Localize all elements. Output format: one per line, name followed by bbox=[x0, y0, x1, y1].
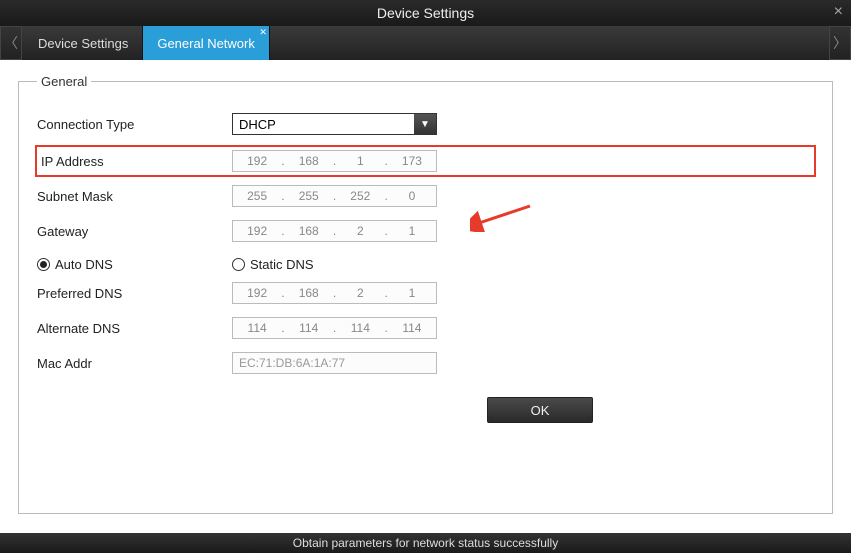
tab-bar: 〈 Device Settings General Network ✕ 〉 bbox=[0, 26, 851, 60]
ip-address-row: IP Address 192. 168. 1. 173 bbox=[37, 147, 814, 175]
ip-octet[interactable]: 168 bbox=[285, 286, 333, 300]
mac-address-input: EC:71:DB:6A:1A:77 bbox=[232, 352, 437, 374]
ip-octet[interactable]: 114 bbox=[285, 321, 333, 335]
general-fieldset: General Connection Type DHCP ▼ IP Addres… bbox=[18, 74, 833, 514]
tab-label: General Network bbox=[157, 36, 255, 51]
ip-octet[interactable]: 252 bbox=[336, 189, 384, 203]
ok-label: OK bbox=[531, 403, 550, 418]
tab-label: Device Settings bbox=[38, 36, 128, 51]
static-dns-label: Static DNS bbox=[250, 257, 314, 272]
ip-octet[interactable]: 255 bbox=[285, 189, 333, 203]
label-alternate-dns: Alternate DNS bbox=[37, 321, 232, 336]
tab-scroll-left-icon[interactable]: 〈 bbox=[0, 26, 22, 60]
auto-dns-label: Auto DNS bbox=[55, 257, 113, 272]
ip-address-input[interactable]: 192. 168. 1. 173 bbox=[232, 150, 437, 172]
label-preferred-dns: Preferred DNS bbox=[37, 286, 232, 301]
ip-octet[interactable]: 192 bbox=[233, 154, 281, 168]
label-connection-type: Connection Type bbox=[37, 117, 232, 132]
label-subnet-mask: Subnet Mask bbox=[37, 189, 232, 204]
radio-icon bbox=[232, 258, 245, 271]
ip-octet[interactable]: 1 bbox=[336, 154, 384, 168]
ip-octet[interactable]: 173 bbox=[388, 154, 436, 168]
ip-octet[interactable]: 0 bbox=[388, 189, 436, 203]
ip-octet[interactable]: 255 bbox=[233, 189, 281, 203]
ok-button[interactable]: OK bbox=[487, 397, 593, 423]
fieldset-legend: General bbox=[37, 74, 91, 89]
auto-dns-radio[interactable]: Auto DNS bbox=[37, 257, 232, 272]
close-icon[interactable]: × bbox=[834, 3, 843, 21]
ip-octet[interactable]: 114 bbox=[233, 321, 281, 335]
ip-octet[interactable]: 1 bbox=[388, 224, 436, 238]
tab-close-icon[interactable]: ✕ bbox=[259, 27, 267, 38]
ip-octet[interactable]: 114 bbox=[388, 321, 436, 335]
connection-type-select[interactable]: DHCP ▼ bbox=[232, 113, 437, 135]
radio-icon bbox=[37, 258, 50, 271]
window-title: Device Settings bbox=[377, 5, 474, 21]
gateway-input[interactable]: 192. 168. 2. 1 bbox=[232, 220, 437, 242]
tab-device-settings[interactable]: Device Settings bbox=[24, 26, 143, 60]
ip-octet[interactable]: 192 bbox=[233, 224, 281, 238]
ip-octet[interactable]: 2 bbox=[336, 224, 384, 238]
status-bar: Obtain parameters for network status suc… bbox=[0, 533, 851, 553]
ip-octet[interactable]: 114 bbox=[336, 321, 384, 335]
connection-type-value: DHCP bbox=[233, 117, 414, 132]
status-text: Obtain parameters for network status suc… bbox=[293, 536, 558, 550]
ip-octet[interactable]: 168 bbox=[285, 154, 333, 168]
tab-scroll-right-icon[interactable]: 〉 bbox=[829, 26, 851, 60]
ip-octet[interactable]: 192 bbox=[233, 286, 281, 300]
ip-octet[interactable]: 2 bbox=[336, 286, 384, 300]
tab-general-network[interactable]: General Network ✕ bbox=[143, 26, 270, 60]
subnet-mask-input[interactable]: 255. 255. 252. 0 bbox=[232, 185, 437, 207]
chevron-down-icon[interactable]: ▼ bbox=[414, 114, 436, 134]
static-dns-radio[interactable]: Static DNS bbox=[232, 257, 314, 272]
ip-octet[interactable]: 1 bbox=[388, 286, 436, 300]
label-mac-addr: Mac Addr bbox=[37, 356, 232, 371]
label-gateway: Gateway bbox=[37, 224, 232, 239]
ip-octet[interactable]: 168 bbox=[285, 224, 333, 238]
alternate-dns-input[interactable]: 114. 114. 114. 114 bbox=[232, 317, 437, 339]
title-bar: Device Settings × bbox=[0, 0, 851, 26]
content-area: General Connection Type DHCP ▼ IP Addres… bbox=[0, 60, 851, 533]
label-ip-address: IP Address bbox=[37, 154, 232, 169]
preferred-dns-input[interactable]: 192. 168. 2. 1 bbox=[232, 282, 437, 304]
mac-address-value: EC:71:DB:6A:1A:77 bbox=[239, 356, 345, 370]
